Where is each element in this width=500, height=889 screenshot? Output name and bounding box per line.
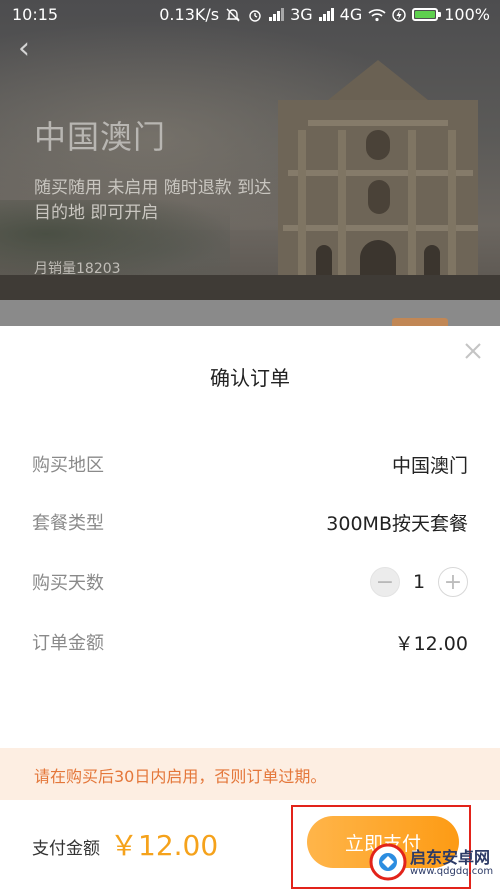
charging-icon (392, 7, 406, 22)
back-arrow-icon[interactable]: ‹ (18, 34, 30, 64)
net-speed: 0.13K/s (159, 5, 220, 24)
decrease-days-button[interactable]: − (370, 567, 400, 597)
battery-percent: 100% (444, 5, 490, 24)
increase-days-button[interactable]: + (438, 567, 468, 597)
days-value: 1 (412, 571, 426, 593)
status-icons: 0.13K/s 3G 4G 100% (159, 5, 490, 24)
days-row: 购买天数 − 1 + (32, 567, 468, 597)
expiry-notice: 请在购买后30日内启用，否则订单过期。 (0, 748, 500, 800)
destination-title: 中国澳门 (34, 118, 167, 156)
region-label: 购买地区 (32, 455, 104, 476)
pay-amount-value: ￥12.00 (110, 829, 219, 862)
region-value: 中国澳门 (391, 454, 468, 477)
hidden-buy-button-peek (392, 318, 448, 326)
order-amount-row: 订单金额 ￥12.00 (32, 627, 468, 657)
destination-description: 随买随用 未启用 随时退款 到达目的地 即可开启 (34, 178, 272, 223)
watermark-url: www.qdgdq.com (410, 866, 494, 877)
close-icon[interactable] (462, 340, 484, 362)
plan-type-label: 套餐类型 (32, 513, 104, 534)
monthly-sales: 月销量18203 (34, 261, 121, 277)
order-amount-label: 订单金额 (32, 633, 104, 654)
watermark-name: 启东安卓网 (410, 848, 491, 867)
mute-bell-icon (226, 8, 240, 21)
watermark-logo-icon (369, 843, 407, 881)
alarm-clock-icon (249, 9, 261, 22)
pay-amount-label: 支付金额 (32, 839, 100, 859)
status-time: 10:15 (12, 5, 59, 24)
wifi-icon (368, 8, 386, 21)
days-stepper: − 1 + (370, 567, 468, 597)
region-row: 购买地区 中国澳门 (32, 449, 468, 479)
site-watermark: 启东安卓网 www.qdgdq.com (368, 832, 500, 889)
plan-type-row: 套餐类型 300MB按天套餐 (32, 507, 468, 537)
signal-icon-2 (318, 8, 334, 21)
battery-icon (412, 8, 442, 21)
net-type-1: 3G (290, 5, 313, 24)
expiry-notice-text: 请在购买后30日内启用，否则订单过期。 (34, 767, 327, 786)
order-amount-value: ￥12.00 (394, 632, 468, 655)
plan-type-value: 300MB按天套餐 (326, 512, 468, 535)
hero-ground (0, 275, 500, 300)
net-type-2: 4G (339, 5, 363, 24)
days-label: 购买天数 (32, 573, 104, 594)
signal-icon-1 (269, 8, 285, 21)
ruins-of-st-paul-image (278, 60, 478, 300)
status-bar: 10:15 0.13K/s 3G 4G 100% (0, 0, 500, 30)
sheet-title: 确认订单 (210, 366, 290, 390)
